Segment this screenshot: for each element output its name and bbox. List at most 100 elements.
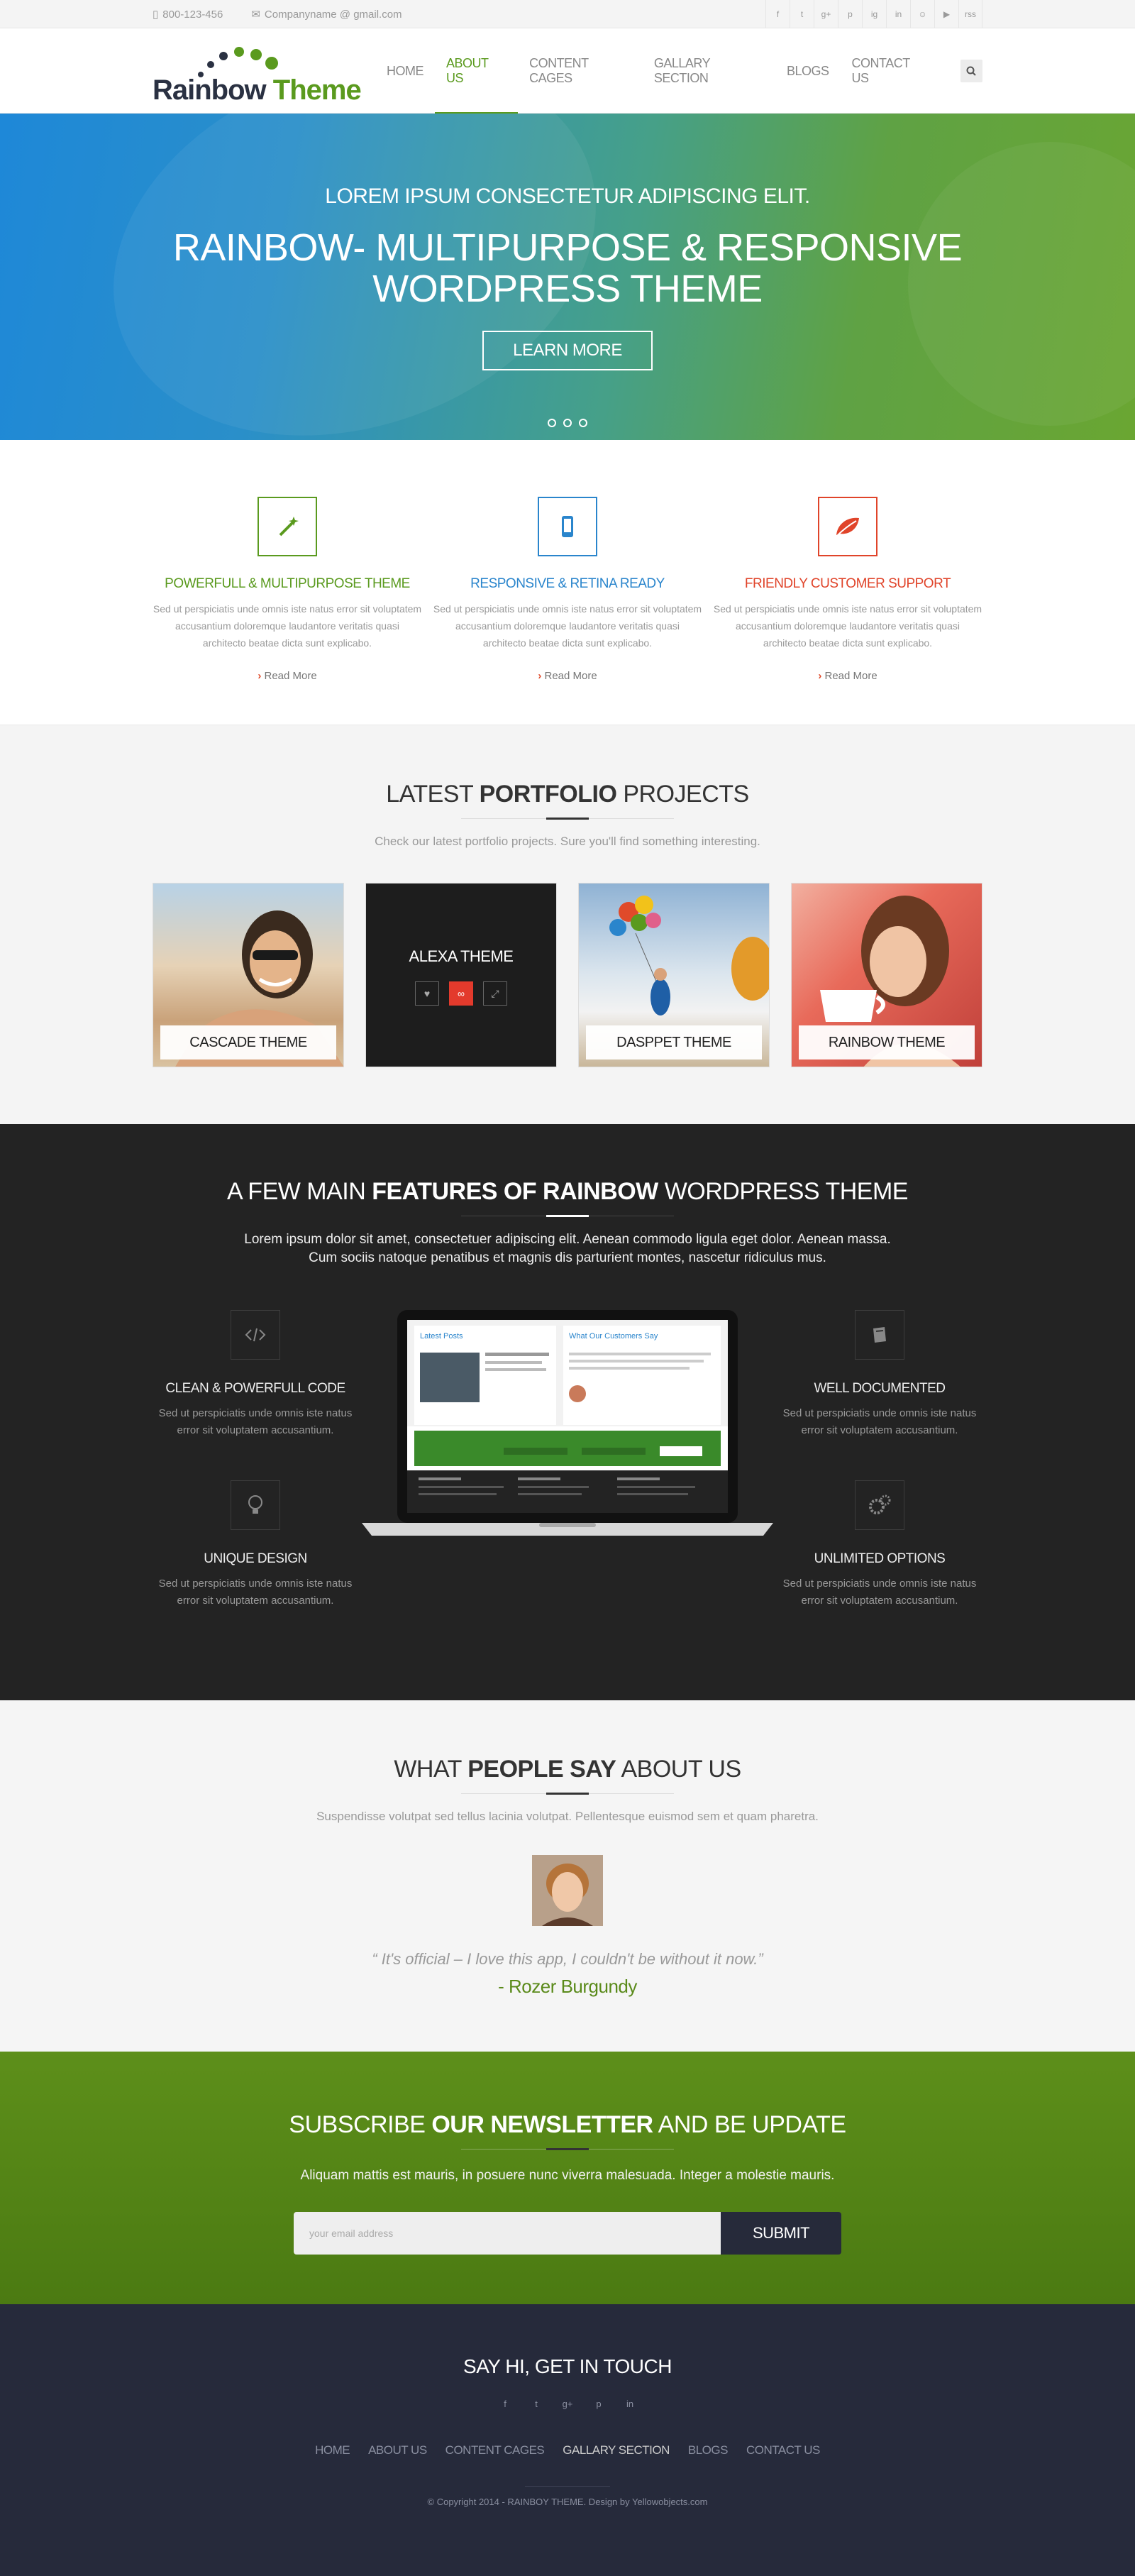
link-icon[interactable]: ∞ [449, 981, 473, 1006]
slider-dot-1[interactable] [548, 419, 556, 427]
heart-icon[interactable]: ♥ [415, 981, 439, 1006]
phone-number: 800-123-456 [162, 8, 223, 21]
email-info[interactable]: ✉ Companyname @ gmail.com [251, 8, 402, 21]
features-right-column: WELL DOCUMENTED Sed ut perspiciatis unde… [777, 1310, 982, 1651]
newsletter-description: Aliquam mattis est mauris, in posuere nu… [300, 2168, 835, 2183]
feature-text: Sed ut perspiciatis unde omnis iste natu… [782, 1407, 977, 1436]
top-bar: ▯ 800-123-456 ✉ Companyname @ gmail.com … [0, 0, 1135, 28]
expand-icon[interactable]: ⤢ [483, 981, 507, 1006]
portfolio-item-rainbow[interactable]: RAINBOW THEME [791, 883, 982, 1067]
service-text: Sed ut perspiciatis unde omnis iste natu… [713, 603, 982, 649]
testimonial-quote: “ It's official – I love this app, I cou… [372, 1950, 763, 1968]
footer-nav-gallary-section[interactable]: GALLARY SECTION [563, 2443, 670, 2457]
footer-nav-contact-us[interactable]: CONTACT US [746, 2443, 820, 2457]
facebook-icon[interactable]: f [765, 0, 790, 28]
newsletter-section: SUBSCRIBE OUR NEWSLETTER AND BE UPDATE A… [0, 2052, 1135, 2304]
magic-wand-icon [258, 497, 317, 556]
testimonial-author: - Rozer Burgundy [498, 1976, 637, 1997]
service-card-support: FRIENDLY CUSTOMER SUPPORT Sed ut perspic… [713, 497, 982, 682]
title-divider [461, 1793, 674, 1795]
site-header: Rainbow Theme HOME ABOUT US CONTENT CAGE… [0, 28, 1135, 114]
linkedin-icon[interactable]: in [886, 0, 910, 28]
feature-text: Sed ut perspiciatis unde omnis iste natu… [158, 1578, 353, 1607]
footer-social-links: f t g+ p in [0, 2394, 1135, 2413]
portfolio-label: RAINBOW THEME [799, 1025, 975, 1059]
site-logo[interactable]: Rainbow Theme [153, 39, 375, 106]
slider-dot-2[interactable] [563, 419, 572, 427]
google-plus-icon[interactable]: g+ [814, 0, 838, 28]
footer-nav: HOME ABOUT US CONTENT CAGES GALLARY SECT… [0, 2443, 1135, 2457]
pinterest-icon[interactable]: p [838, 0, 862, 28]
features-section: A FEW MAIN FEATURES OF RAINBOW WORDPRESS… [0, 1124, 1135, 1700]
screen-latest-posts: Latest Posts [420, 1332, 463, 1341]
feature-text: Sed ut perspiciatis unde omnis iste natu… [782, 1578, 977, 1607]
features-description: Lorem ipsum dolor sit amet, consectetuer… [244, 1232, 891, 1265]
submit-button[interactable]: SUBMIT [721, 2212, 841, 2255]
portfolio-item-cascade[interactable]: CASCADE THEME [153, 883, 344, 1067]
logo-word-theme: Theme [265, 75, 362, 106]
google-plus-icon[interactable]: g+ [558, 2394, 577, 2413]
instagram-icon[interactable]: ig [862, 0, 886, 28]
lightbulb-icon [231, 1480, 280, 1530]
service-text: Sed ut perspiciatis unde omnis iste natu… [433, 603, 702, 649]
email-address[interactable]: Companyname @ gmail.com [265, 9, 402, 21]
portfolio-label: ALEXA THEME [409, 947, 514, 965]
search-icon [966, 66, 977, 76]
read-more-link[interactable]: › Read More [433, 670, 702, 682]
read-more-link[interactable]: › Read More [713, 670, 982, 682]
nav-gallary-section[interactable]: GALLARY SECTION [643, 28, 775, 114]
gears-icon [855, 1480, 904, 1530]
portfolio-label: CASCADE THEME [160, 1025, 336, 1059]
footer-nav-about-us[interactable]: ABOUT US [368, 2443, 427, 2457]
feature-title: WELL DOCUMENTED [814, 1381, 946, 1396]
service-card-multipurpose: POWERFULL & MULTIPURPOSE THEME Sed ut pe… [153, 497, 422, 682]
nav-contact-us[interactable]: CONTACT US [841, 28, 939, 114]
rss-icon[interactable]: rss [958, 0, 982, 28]
title-divider [461, 818, 674, 820]
slider-dot-3[interactable] [579, 419, 587, 427]
service-card-responsive: RESPONSIVE & RETINA READY Sed ut perspic… [433, 497, 702, 682]
feature-unique-design: UNIQUE DESIGN Sed ut perspiciatis unde o… [153, 1480, 358, 1651]
phone-info: ▯ 800-123-456 [153, 8, 223, 21]
feature-well-documented: WELL DOCUMENTED Sed ut perspiciatis unde… [777, 1310, 982, 1480]
pinterest-icon[interactable]: p [589, 2394, 609, 2413]
logo-dots-icon [198, 47, 278, 77]
nav-home[interactable]: HOME [375, 28, 435, 114]
footer-nav-content-cages[interactable]: CONTENT CAGES [445, 2443, 545, 2457]
twitter-icon[interactable]: t [526, 2394, 546, 2413]
portfolio-hover-overlay: ALEXA THEME ♥ ∞ ⤢ [366, 884, 556, 1067]
nav-content-cages[interactable]: CONTENT CAGES [518, 28, 643, 114]
facebook-icon[interactable]: f [495, 2394, 515, 2413]
read-more-link[interactable]: › Read More [153, 670, 422, 682]
footer-nav-home[interactable]: HOME [315, 2443, 350, 2457]
nav-about-us[interactable]: ABOUT US [435, 28, 519, 114]
feature-clean-code: CLEAN & POWERFULL CODE Sed ut perspiciat… [153, 1310, 358, 1480]
copyright: © Copyright 2014 - RAINBOY THEME. Design… [427, 2497, 708, 2507]
dribbble-icon[interactable]: ☺ [910, 0, 934, 28]
portfolio-item-dasppet[interactable]: DASPPET THEME [578, 883, 770, 1067]
footer-divider [525, 2486, 610, 2487]
mail-icon: ✉ [251, 9, 260, 21]
feature-title: UNIQUE DESIGN [204, 1551, 307, 1566]
service-text: Sed ut perspiciatis unde omnis iste natu… [153, 603, 422, 649]
portfolio-title: LATEST PORTFOLIO PROJECTS [386, 781, 749, 808]
nav-blogs[interactable]: BLOGS [775, 28, 841, 114]
linkedin-icon[interactable]: in [620, 2394, 640, 2413]
search-button[interactable] [960, 60, 982, 82]
newsletter-title: SUBSCRIBE OUR NEWSLETTER AND BE UPDATE [289, 2111, 846, 2138]
feature-title: UNLIMITED OPTIONS [814, 1551, 946, 1566]
email-input[interactable]: your email address [294, 2212, 721, 2255]
testimonial-subtitle: Suspendisse volutpat sed tellus lacinia … [316, 1810, 819, 1823]
phone-icon: ▯ [153, 9, 159, 21]
youtube-icon[interactable]: ▶ [934, 0, 958, 28]
main-nav: HOME ABOUT US CONTENT CAGES GALLARY SECT… [375, 28, 939, 114]
portfolio-item-alexa[interactable]: ALEXA THEME ♥ ∞ ⤢ [365, 883, 557, 1067]
top-social-links: f t g+ p ig in ☺ ▶ rss [765, 0, 982, 28]
site-footer: SAY HI, GET IN TOUCH f t g+ p in HOME AB… [0, 2304, 1135, 2576]
footer-title: SAY HI, GET IN TOUCH [463, 2355, 672, 2377]
portfolio-section: LATEST PORTFOLIO PROJECTS Check our late… [0, 725, 1135, 1124]
footer-nav-blogs[interactable]: BLOGS [688, 2443, 729, 2457]
service-title: FRIENDLY CUSTOMER SUPPORT [744, 576, 951, 591]
testimonial-title: WHAT PEOPLE SAY ABOUT US [394, 1756, 741, 1783]
twitter-icon[interactable]: t [790, 0, 814, 28]
